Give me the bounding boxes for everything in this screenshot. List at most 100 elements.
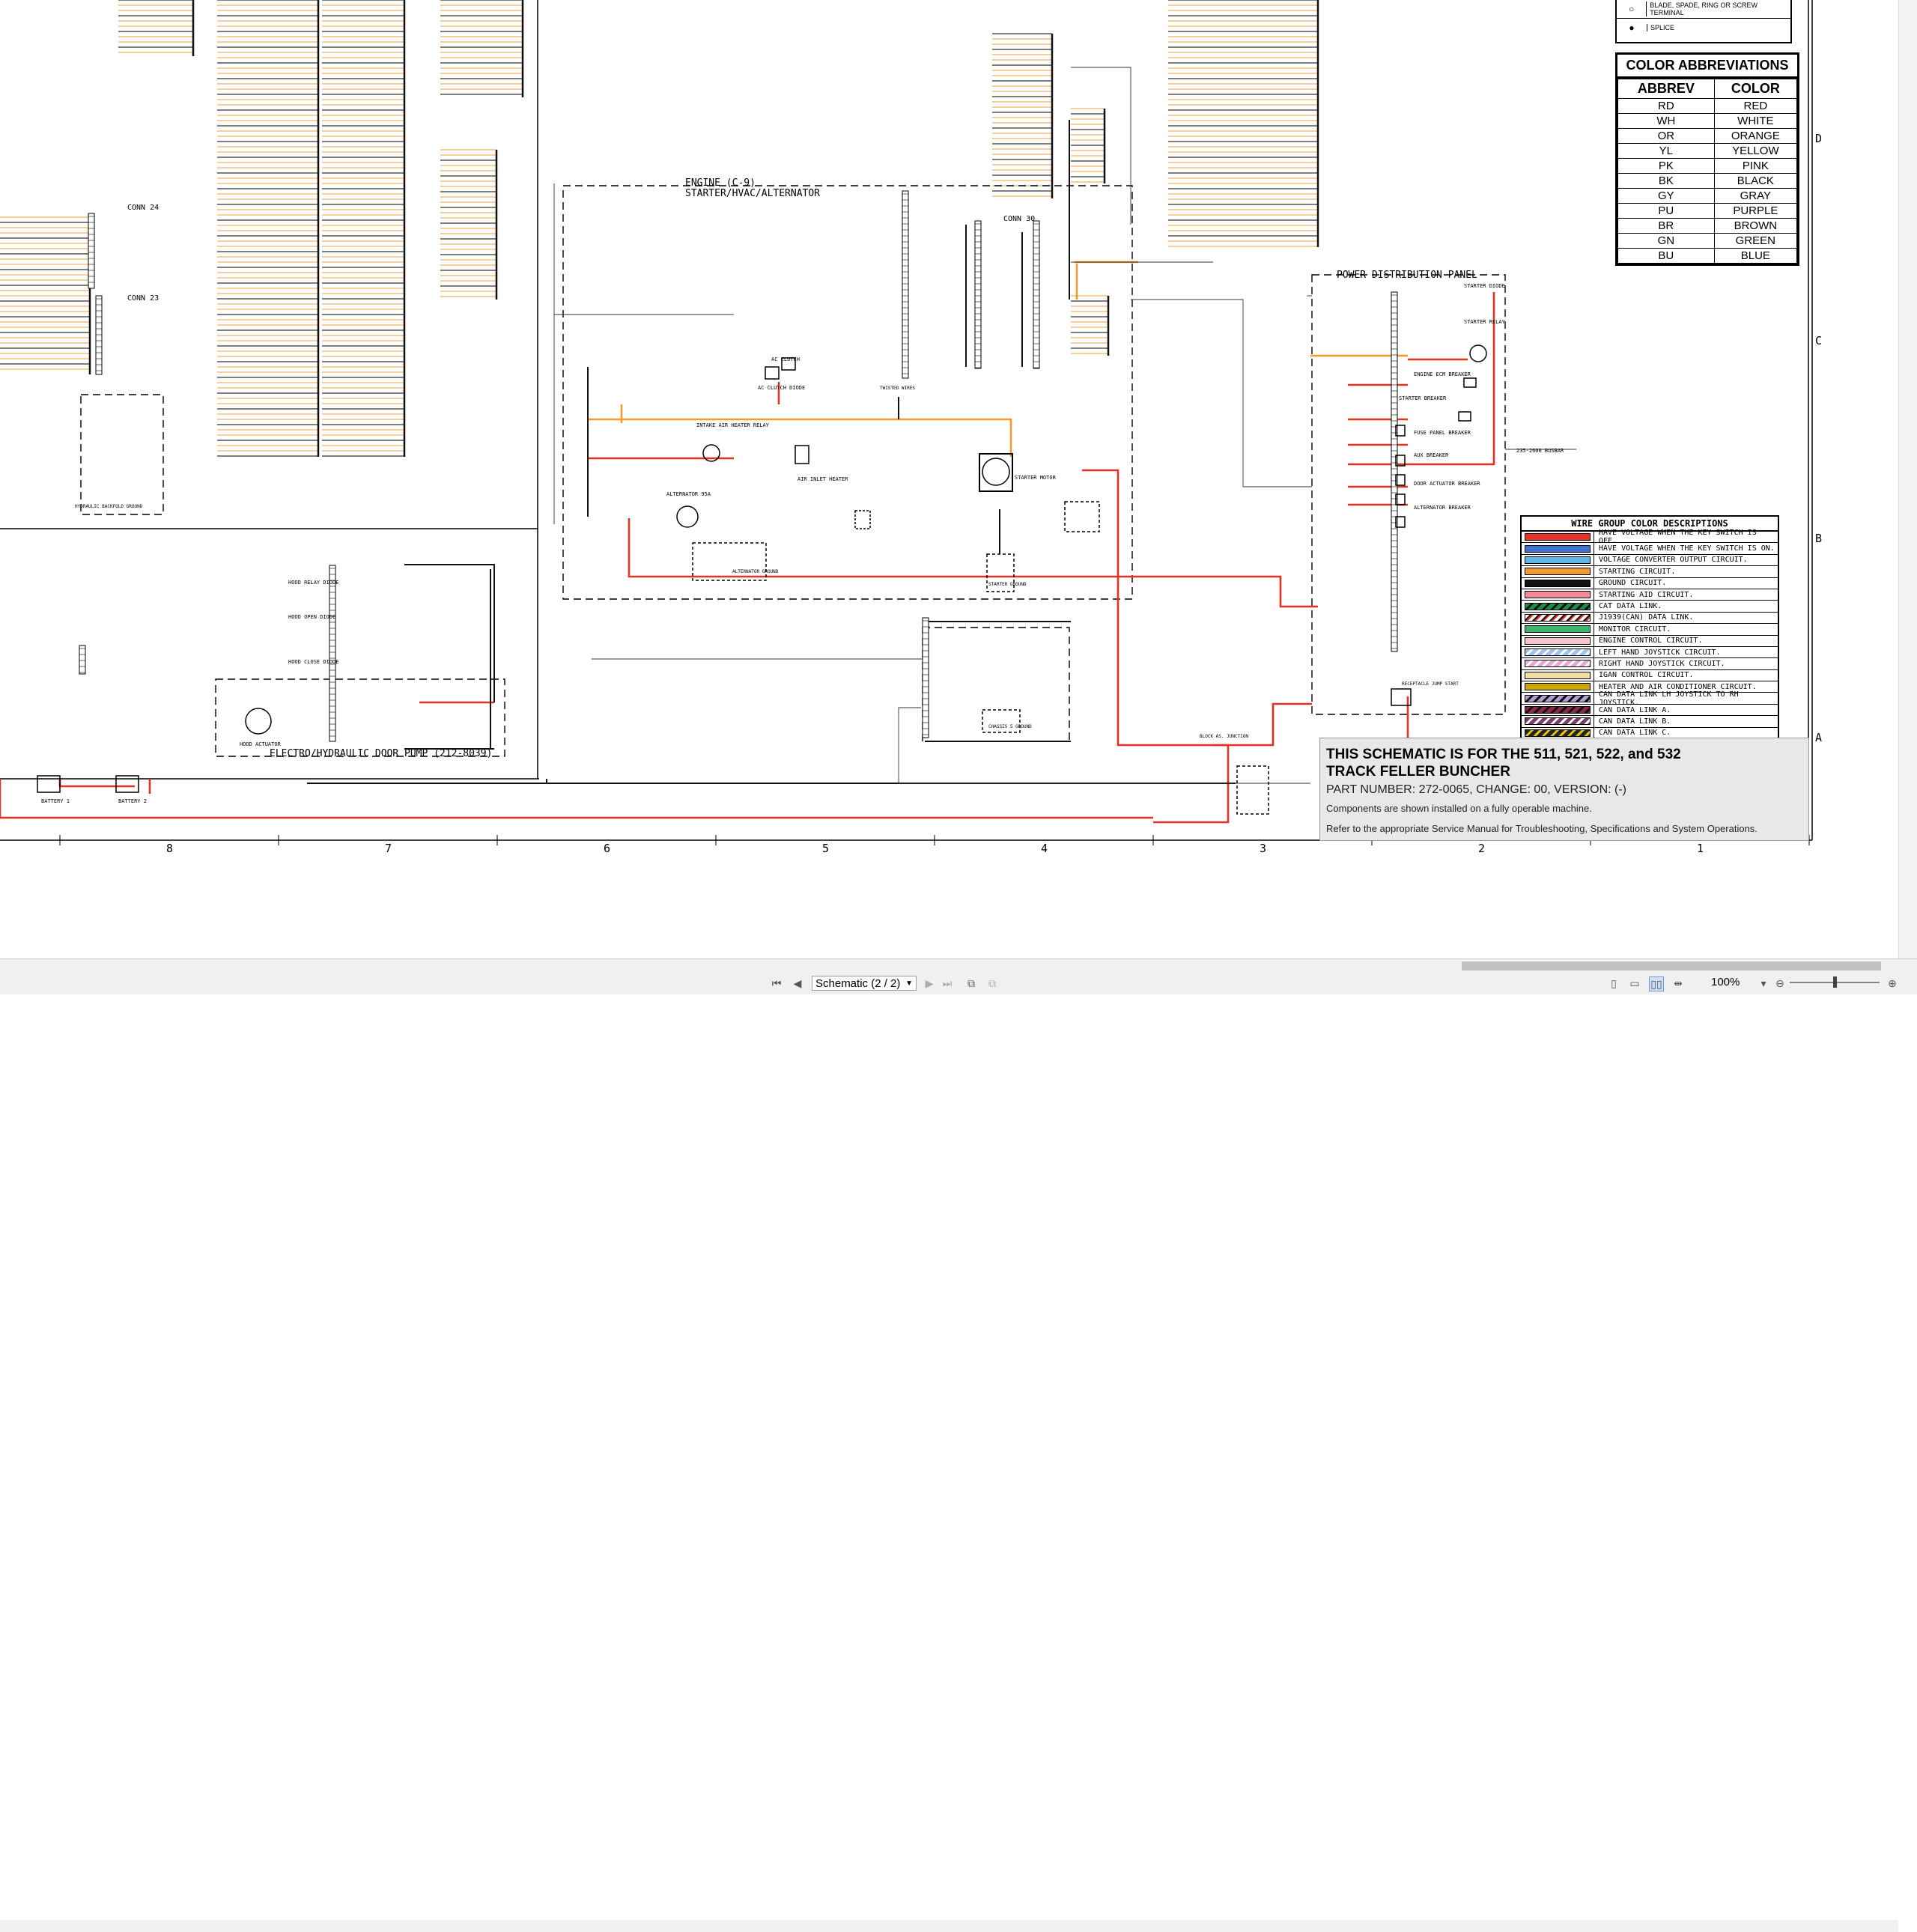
pump-title: ELECTRO/HYDRAULIC DOOR PUMP (212-8039) [270,748,492,759]
chevron-down-icon: ▼ [905,979,913,988]
horizontal-scroll-thumb[interactable] [1462,962,1881,970]
zone-row-a: A [1815,731,1822,744]
wire-group-row: HAVE VOLTAGE WHEN THE KEY SWITCH IS OFF. [1522,529,1778,545]
zoom-level[interactable]: 100% [1711,976,1740,988]
door-actuator-breaker-label: DOOR ACTUATOR BREAKER [1414,481,1480,487]
note-service-manual: Refer to the appropriate Service Manual … [1326,823,1757,834]
black-wires [307,120,1236,784]
zone-col-1: 1 [1697,842,1704,855]
zoom-out-icon[interactable]: ⊖ [1773,976,1787,990]
zone-row-labels: D C B A [1815,132,1822,744]
abbrev-cell: OR [1617,128,1715,144]
component-labels: ENGINE (C-9) STARTER/HVAC/ALTERNATOR POW… [41,177,1564,804]
next-page-icon[interactable]: ▶ [923,976,936,990]
hood-actuator-label: HOOD ACTUATOR [240,741,282,747]
wire-group-row: CAN DATA LINK B. [1522,716,1778,728]
alternator-ground-label: ALTERNATOR GROUND [732,569,779,574]
battery1-label: BATTERY 1 [41,798,70,804]
abbrev-cell: GN [1617,233,1715,249]
terminal-legend-row: ● SPLICE [1617,19,1790,37]
abbrev-cell: YL [1617,143,1715,159]
two-page-view-icon[interactable]: ▯▯ [1649,976,1664,991]
color-abbreviation-table: COLOR ABBREVIATIONS ABBREV COLOR RD RED WH… [1615,52,1799,266]
wire-group-row: LEFT HAND JOYSTICK CIRCUIT. [1522,646,1778,659]
wire-color-swatch [1525,660,1591,668]
starter-diode-label: STARTER DIODE [1464,283,1505,289]
wire-group-row: GROUND CIRCUIT. [1522,577,1778,589]
wire-group-label: CAN DATA LINK B. [1594,716,1778,727]
chassis-ground-label: CHASSIS 5 GROUND [988,724,1032,729]
vertical-scrollbar[interactable] [1898,0,1917,959]
twisted-wires-label: TWISTED WIRES [880,386,915,391]
wire-color-swatch [1525,556,1591,564]
hood-relay-diode-label: HOOD RELAY DIODE [288,580,338,586]
starter-ground-label: STARTER GROUND [988,582,1027,587]
first-page-icon[interactable]: ⏮ [770,976,783,990]
battery2-label: BATTERY 2 [118,798,147,804]
wire-color-swatch [1525,648,1591,657]
zoom-in-icon[interactable]: ⊕ [1886,976,1899,990]
zoom-dropdown-icon[interactable]: ▾ [1757,976,1770,990]
zoom-slider-knob[interactable] [1833,976,1837,988]
wire-color-swatch [1525,579,1591,587]
wire-color-swatch [1525,637,1591,645]
wire-group-label: MONITOR CIRCUIT. [1594,624,1778,635]
wire-group-row: HAVE VOLTAGE WHEN THE KEY SWITCH IS ON. [1522,543,1778,555]
wire-color-swatch [1525,729,1591,737]
zone-col-4: 4 [1041,842,1048,855]
wire-group-label: STARTING AID CIRCUIT. [1594,589,1778,601]
color-cell: YELLOW [1713,143,1798,159]
conn23-label: CONN 23 [127,294,159,303]
engine-title: ENGINE (C-9) [685,177,756,189]
harness-strip [440,0,524,97]
color-abbrev-row: WH WHITE [1617,113,1798,129]
wire-group-row: MONITOR CIRCUIT. [1522,624,1778,636]
paste-page-icon[interactable]: ⧉ [985,976,999,990]
zone-col-5: 5 [822,842,829,855]
single-page-view-icon[interactable]: ▯ [1607,976,1620,990]
starter-motor-symbol [982,458,1010,486]
harness-strip [992,33,1054,198]
hood-close-diode-label: HOOD CLOSE DIODE [288,659,338,665]
ac-clutch-label: AC CLUTCH [771,356,800,362]
title-line-2: TRACK FELLER BUNCHER [1326,764,1510,780]
wire-color-swatch [1525,591,1591,599]
terminal-legend: ○ BLADE, SPADE, RING OR SCREW TERMINAL ●… [1615,0,1792,43]
zone-col-8: 8 [166,842,173,855]
aux-breaker-label: AUX BREAKER [1414,452,1449,458]
alternator-label: ALTERNATOR 95A [666,491,711,497]
fit-view-icon[interactable]: ⇹ [1671,976,1685,990]
prev-page-icon[interactable]: ◀ [791,976,804,990]
wire-group-row: VOLTAGE CONVERTER OUTPUT CIRCUIT. [1522,554,1778,567]
page-select[interactable]: Schematic (2 / 2) ▼ [812,976,917,991]
wire-group-row: CAN DATA LINK A. [1522,704,1778,717]
color-cell: RED [1713,98,1798,114]
zone-row-b: B [1815,532,1822,545]
wire-color-swatch [1525,568,1591,576]
wire-group-label: LEFT HAND JOYSTICK CIRCUIT. [1594,646,1778,658]
color-cell: GRAY [1713,188,1798,204]
wire-color-swatch [1525,544,1591,553]
horizontal-scrollbar[interactable] [0,1920,1898,1932]
color-cell: PURPLE [1713,203,1798,219]
group-boxes [80,185,1506,757]
connector-block [922,617,929,738]
abbrev-cell: RD [1617,98,1715,114]
wire-group-label: RIGHT HAND JOYSTICK CIRCUIT. [1594,658,1778,669]
copy-page-icon[interactable]: ⧉ [964,976,978,990]
zone-col-2: 2 [1478,842,1485,855]
fuse-panel-breaker-label: FUSE PANEL BREAKER [1414,430,1471,436]
wire-group-label: CAN DATA LINK A. [1594,704,1778,716]
color-cell: BROWN [1713,218,1798,234]
alternator-breaker-label: ALTERNATOR BREAKER [1414,505,1471,511]
continuous-view-icon[interactable]: ▭ [1628,976,1641,990]
wire-group-row: J1939(CAN) DATA LINK. [1522,612,1778,625]
abbrev-cell: BR [1617,218,1715,234]
color-abbreviation-grid: ABBREV COLOR RD RED WH WHITE OR ORANGE YL YELLO… [1617,79,1798,264]
color-cell: BLACK [1713,173,1798,189]
wire-group-label: ENGINE CONTROL CIRCUIT. [1594,635,1778,646]
abbrev-header: ABBREV [1617,79,1715,99]
last-page-icon[interactable]: ⏭ [941,976,954,990]
color-cell: BLUE [1713,248,1798,264]
color-cell: GREEN [1713,233,1798,249]
